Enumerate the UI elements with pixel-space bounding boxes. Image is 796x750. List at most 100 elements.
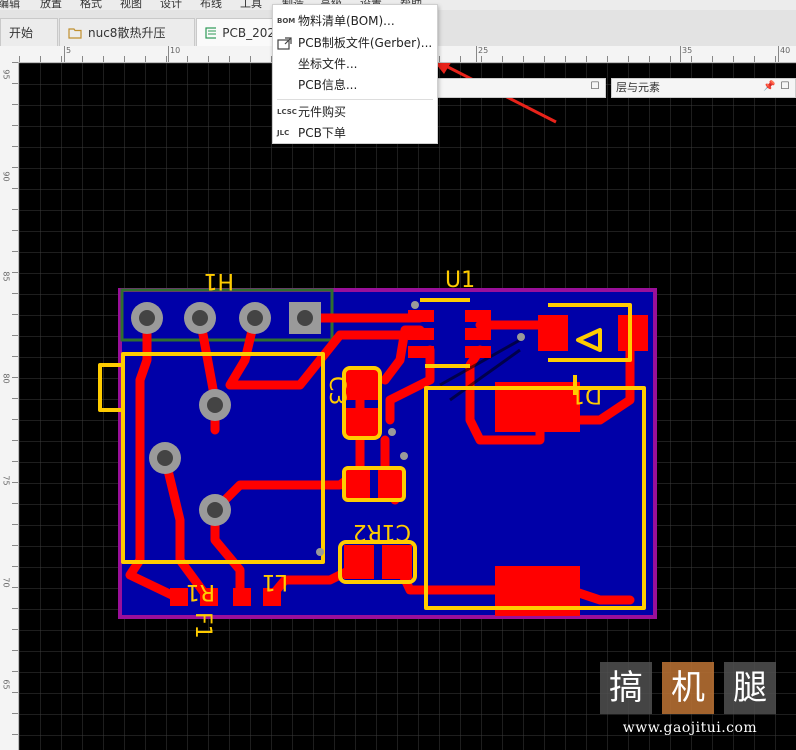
ruler-tick — [166, 56, 167, 62]
ruler-major-tick — [476, 46, 477, 62]
tab-schematic-project[interactable]: nuc8散热升压 — [59, 18, 195, 46]
ruler-tick — [12, 587, 18, 588]
ruler-tick — [12, 314, 18, 315]
ruler-label: 65 — [1, 679, 11, 690]
ruler-tick — [607, 56, 608, 62]
ruler-tick — [12, 650, 18, 651]
menu-separator — [277, 99, 433, 100]
ruler-label: 40 — [780, 46, 791, 55]
ruler-tick — [12, 62, 18, 63]
menu-item-gerber[interactable]: PCB制板文件(Gerber)... — [273, 33, 437, 54]
ruler-tick — [82, 56, 83, 62]
ruler-label: 95 — [1, 69, 11, 80]
menu-route[interactable]: 布线 — [200, 0, 222, 10]
ruler-label: 10 — [170, 46, 181, 55]
watermark-url: www.gaojitui.com — [622, 720, 758, 736]
ruler-tick — [460, 56, 461, 62]
watermark-char: 机 — [662, 662, 714, 714]
ruler-major-tick — [168, 46, 169, 62]
pin-icon[interactable]: 📌 — [763, 81, 775, 93]
ruler-label: 25 — [478, 46, 489, 55]
ruler-tick — [12, 83, 18, 84]
jlc-icon: JLC — [277, 129, 290, 137]
pcb-drawing: H1 U1 C3 R2 R1 F1 D1 L1 C1 — [19, 63, 796, 750]
designator-r2: R2 — [353, 519, 382, 544]
ruler-tick — [12, 293, 18, 294]
ruler-tick — [12, 251, 18, 252]
ruler-tick — [775, 56, 776, 62]
ruler-tick — [187, 56, 188, 62]
ruler-tick — [12, 104, 18, 105]
layers-panel-header: 层与元素 📌 ☐ — [611, 78, 796, 98]
folder-icon — [68, 27, 82, 39]
ruler-tick — [145, 56, 146, 62]
ruler-tick — [12, 272, 18, 273]
ruler-tick — [124, 56, 125, 62]
pcb-canvas[interactable]: H1 U1 C3 R2 R1 F1 D1 L1 C1 — [19, 63, 796, 750]
ruler-tick — [670, 56, 671, 62]
ruler-tick — [12, 398, 18, 399]
ruler-tick — [12, 566, 18, 567]
menu-item-coordinate-file[interactable]: 坐标文件... — [273, 54, 437, 75]
ruler-tick — [12, 419, 18, 420]
ruler-tick — [12, 524, 18, 525]
tab-label: 开始 — [9, 26, 34, 40]
ruler-tick — [229, 56, 230, 62]
ruler-tick — [12, 608, 18, 609]
ruler-tick — [12, 209, 18, 210]
ruler-tick — [12, 545, 18, 546]
menu-edit[interactable]: 编辑 — [0, 0, 20, 10]
maximize-icon[interactable]: ☐ — [779, 81, 791, 93]
ruler-tick — [12, 335, 18, 336]
bom-icon: BOM — [277, 17, 296, 25]
designator-c1: C1 — [382, 519, 411, 544]
ruler-tick — [208, 56, 209, 62]
ruler-major-tick — [680, 46, 681, 62]
property-panel-header: ☐ — [430, 78, 606, 98]
vertical-ruler: 95 90 85 80 75 70 65 — [0, 62, 19, 750]
menu-tools[interactable]: 工具 — [240, 0, 262, 10]
designator-f1: F1 — [190, 612, 215, 639]
ruler-tick — [103, 56, 104, 62]
watermark: 搞 机 腿 www.gaojitui.com — [598, 660, 782, 740]
ruler-tick — [565, 56, 566, 62]
ruler-tick — [754, 56, 755, 62]
designator-u1: U1 — [445, 268, 475, 293]
designator-c3: C3 — [324, 376, 349, 405]
ruler-tick — [12, 146, 18, 147]
ruler-tick — [12, 713, 18, 714]
maximize-icon[interactable]: ☐ — [589, 81, 601, 93]
ruler-major-tick — [64, 46, 65, 62]
menu-format[interactable]: 格式 — [80, 0, 102, 10]
layers-panel-title: 层与元素 — [616, 81, 660, 94]
ruler-tick — [12, 692, 18, 693]
lcsc-icon: LCSC — [277, 108, 297, 116]
menu-item-pcb-order[interactable]: JLC PCB下单 — [273, 123, 437, 144]
ruler-tick — [12, 482, 18, 483]
tab-pcb[interactable]: PCB_202 — [196, 18, 276, 46]
ruler-tick — [12, 356, 18, 357]
ruler-tick — [40, 56, 41, 62]
ruler-tick — [19, 56, 20, 62]
menu-item-component-purchase[interactable]: LCSC 元件购买 — [273, 102, 437, 123]
ruler-label: 90 — [1, 171, 11, 182]
ruler-tick — [12, 671, 18, 672]
ruler-tick — [439, 56, 440, 62]
ruler-tick — [712, 56, 713, 62]
menu-view[interactable]: 视图 — [120, 0, 142, 10]
menu-item-pcb-info[interactable]: PCB信息... — [273, 75, 437, 96]
ruler-tick — [12, 167, 18, 168]
ruler-label: 80 — [1, 373, 11, 384]
ruler-label: 75 — [1, 475, 11, 486]
tab-start[interactable]: 开始 — [0, 18, 58, 46]
ruler-tick — [481, 56, 482, 62]
ruler-tick — [12, 734, 18, 735]
tab-label: PCB_202 — [222, 25, 275, 40]
menu-design[interactable]: 设计 — [160, 0, 182, 10]
designator-h1: H1 — [203, 268, 234, 293]
menu-item-bom[interactable]: BOM 物料清单(BOM)... — [273, 11, 437, 32]
menu-place[interactable]: 放置 — [40, 0, 62, 10]
ruler-tick — [12, 503, 18, 504]
tab-label: nuc8散热升压 — [88, 26, 166, 40]
ruler-tick — [12, 629, 18, 630]
